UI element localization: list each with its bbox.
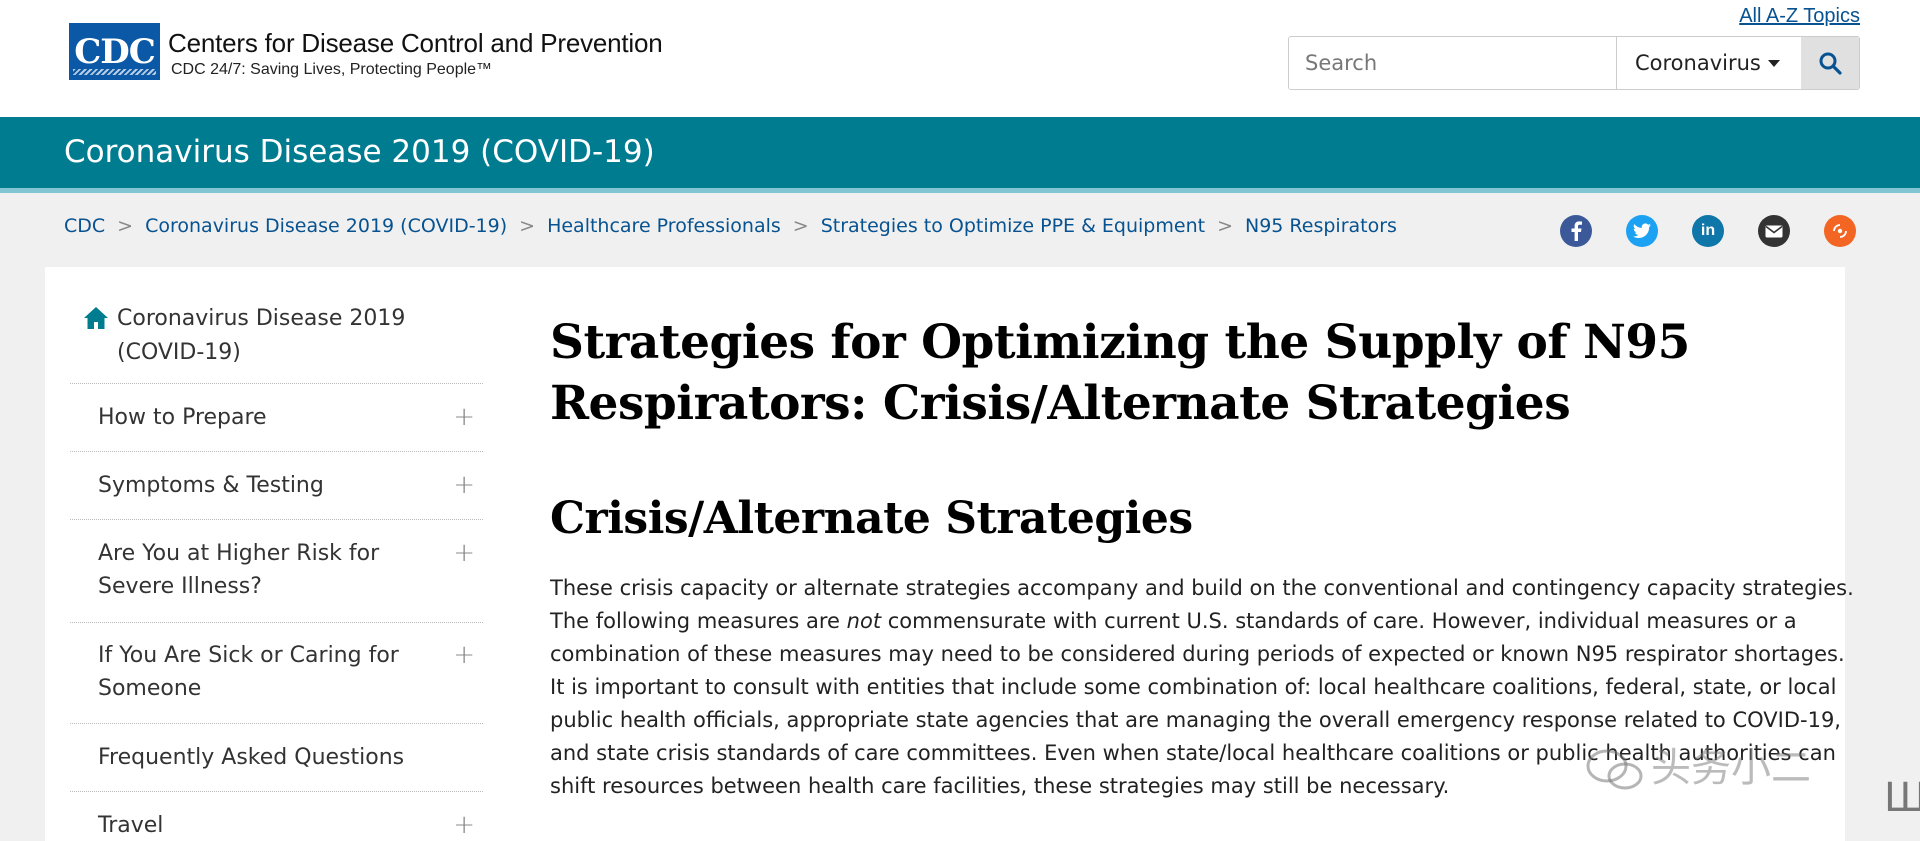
breadcrumb-separator: > bbox=[792, 215, 809, 237]
section-heading: Crisis/Alternate Strategies bbox=[550, 493, 1193, 544]
search-scope-label: Coronavirus bbox=[1635, 51, 1761, 75]
sidebar-home-link[interactable]: Coronavirus Disease 2019 (COVID-19) bbox=[83, 302, 417, 370]
page-title-line-2: Respirators: Crisis/Alternate Strategies bbox=[550, 376, 1571, 431]
watermark-text: 头务小二 bbox=[1651, 745, 1811, 791]
email-icon[interactable] bbox=[1758, 215, 1790, 247]
expand-plus-icon[interactable]: + bbox=[453, 809, 475, 841]
logo-text: CDC bbox=[74, 31, 156, 72]
search-icon bbox=[1819, 52, 1842, 75]
page-title-line-1: Strategies for Optimizing the Supply of … bbox=[550, 315, 1690, 370]
all-az-topics-link[interactable]: All A-Z Topics bbox=[1739, 5, 1860, 28]
sidebar-item-label: If You Are Sick or Caring for Someone bbox=[98, 643, 399, 701]
tagline: CDC 24/7: Saving Lives, Protecting Peopl… bbox=[171, 61, 493, 78]
expand-plus-icon[interactable]: + bbox=[453, 537, 475, 570]
cdc-logo[interactable]: CDC bbox=[69, 23, 160, 80]
sidebar-item-travel[interactable]: Travel + bbox=[70, 791, 483, 841]
paragraph-line: The following measures are not commensur… bbox=[550, 605, 1850, 638]
expand-plus-icon[interactable]: + bbox=[453, 401, 475, 434]
sidebar-item-higher-risk[interactable]: Are You at Higher Risk for Severe Illnes… bbox=[70, 519, 483, 622]
breadcrumb-cdc[interactable]: CDC bbox=[64, 215, 105, 237]
sidebar-item-label: Symptoms & Testing bbox=[98, 473, 324, 498]
search-input[interactable] bbox=[1289, 37, 1617, 89]
sidebar-item-symptoms-testing[interactable]: Symptoms & Testing + bbox=[70, 451, 483, 519]
breadcrumb-separator: > bbox=[1217, 215, 1233, 237]
sidebar-item-label: Travel bbox=[98, 813, 164, 838]
site-header: CDC Centers for Disease Control and Prev… bbox=[0, 0, 1920, 117]
topic-banner: Coronavirus Disease 2019 (COVID-19) bbox=[0, 117, 1920, 193]
edge-artifact-icon: Ш bbox=[1884, 775, 1920, 821]
home-icon bbox=[84, 307, 108, 329]
sidebar-item-label: Are You at Higher Risk for Severe Illnes… bbox=[98, 541, 380, 599]
sidebar-item-label: Frequently Asked Questions bbox=[98, 745, 405, 770]
page-title: Strategies for Optimizing the Supply of … bbox=[550, 312, 1690, 434]
breadcrumb-covid19[interactable]: Coronavirus Disease 2019 (COVID-19) bbox=[145, 215, 507, 237]
emphasis-not: not bbox=[846, 609, 882, 633]
social-share-bar: in bbox=[1560, 215, 1890, 247]
sidebar-item-label: How to Prepare bbox=[98, 405, 267, 430]
caret-down-icon bbox=[1767, 59, 1780, 67]
search-scope-dropdown[interactable]: Coronavirus bbox=[1617, 37, 1801, 89]
paragraph-text: The following measures are bbox=[550, 609, 847, 633]
topic-title[interactable]: Coronavirus Disease 2019 (COVID-19) bbox=[64, 134, 655, 170]
sidebar-item-sick-caring[interactable]: If You Are Sick or Caring for Someone + bbox=[70, 622, 483, 723]
breadcrumb-separator: > bbox=[117, 215, 134, 237]
breadcrumb-n95[interactable]: N95 Respirators bbox=[1245, 215, 1397, 237]
twitter-icon[interactable] bbox=[1626, 215, 1658, 247]
breadcrumb-separator: > bbox=[519, 215, 536, 237]
paragraph-line: These crisis capacity or alternate strat… bbox=[550, 576, 1854, 600]
expand-plus-icon[interactable]: + bbox=[453, 639, 475, 672]
search-button[interactable] bbox=[1801, 37, 1859, 89]
breadcrumb: CDC > Coronavirus Disease 2019 (COVID-19… bbox=[64, 215, 1397, 237]
search-bar: Coronavirus bbox=[1288, 36, 1860, 90]
expand-plus-icon[interactable]: + bbox=[453, 469, 475, 502]
wechat-icon bbox=[1586, 749, 1643, 790]
paragraph-line: It is important to consult with entities… bbox=[550, 675, 1837, 699]
org-name[interactable]: Centers for Disease Control and Preventi… bbox=[168, 28, 663, 59]
paragraph-line: public health officials, appropriate sta… bbox=[550, 708, 1841, 732]
facebook-icon[interactable] bbox=[1560, 215, 1592, 247]
breadcrumb-strategies-ppe[interactable]: Strategies to Optimize PPE & Equipment bbox=[821, 215, 1205, 237]
breadcrumb-healthcare-professionals[interactable]: Healthcare Professionals bbox=[547, 215, 781, 237]
paragraph-line: combination of these measures may need t… bbox=[550, 642, 1845, 666]
sidebar-item-faq[interactable]: Frequently Asked Questions bbox=[70, 723, 483, 791]
paragraph-text: commensurate with current U.S. standards… bbox=[881, 609, 1797, 633]
linkedin-icon[interactable]: in bbox=[1692, 215, 1724, 247]
syndicate-icon[interactable] bbox=[1824, 215, 1856, 247]
sidebar-item-how-to-prepare[interactable]: How to Prepare + bbox=[70, 383, 483, 451]
sidebar-home-label: Coronavirus Disease 2019 (COVID-19) bbox=[117, 306, 406, 365]
watermark: 头务小二 bbox=[1585, 735, 1811, 793]
